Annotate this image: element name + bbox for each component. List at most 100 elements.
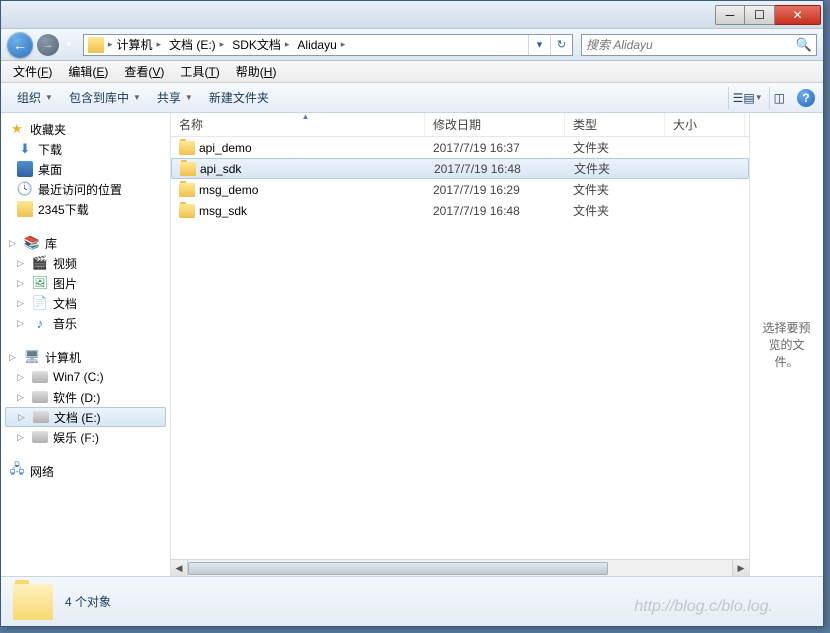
tree-drive-f[interactable]: ▷娱乐 (F:) — [1, 427, 170, 447]
chevron-right-icon: ▸ — [156, 39, 161, 50]
tree-drive-d[interactable]: ▷软件 (D:) — [1, 387, 170, 407]
tree-recent[interactable]: 🕓最近访问的位置 — [1, 179, 170, 199]
tree-pictures[interactable]: ▷🖼图片 — [1, 273, 170, 293]
chevron-down-icon: ▼ — [755, 93, 763, 102]
navigation-bar: ← → ▼ ▸ 计算机▸ 文档 (E:)▸ SDK文档▸ Alidayu▸ ▾ … — [1, 29, 823, 61]
preview-pane: 选择要预览的文件。 — [749, 113, 823, 576]
folder-icon — [180, 162, 196, 176]
expand-icon[interactable]: ▷ — [9, 238, 19, 249]
menu-view[interactable]: 查看(V) — [116, 61, 172, 82]
chevron-down-icon: ▼ — [185, 93, 193, 102]
desktop-icon — [17, 161, 33, 177]
breadcrumb-segment[interactable]: Alidayu▸ — [293, 35, 349, 55]
library-icon: 📚 — [24, 235, 40, 251]
file-type: 文件夹 — [566, 160, 666, 177]
file-type: 文件夹 — [565, 139, 665, 156]
watermark-text: http://blog.c/blo.log. — [634, 598, 773, 616]
menu-edit[interactable]: 编辑(E) — [60, 61, 116, 82]
forward-button[interactable]: → — [37, 34, 59, 56]
menu-tools[interactable]: 工具(T) — [172, 61, 227, 82]
history-dropdown[interactable]: ▼ — [63, 40, 75, 49]
tree-computer[interactable]: ▷ 🖥 计算机 — [1, 347, 170, 367]
column-type[interactable]: 类型 — [565, 113, 665, 136]
folder-icon — [17, 201, 33, 217]
file-row[interactable]: msg_demo 2017/7/19 16:29文件夹 — [171, 179, 749, 200]
tree-music[interactable]: ▷♪音乐 — [1, 313, 170, 333]
column-headers: ▲ 名称 修改日期 类型 大小 — [171, 113, 749, 137]
close-button[interactable]: ✕ — [775, 5, 821, 25]
tree-group-libraries: ▷ 📚 库 ▷🎬视频 ▷🖼图片 ▷📄文档 ▷♪音乐 — [1, 233, 170, 333]
file-row[interactable]: msg_sdk2017/7/19 16:48文件夹 — [171, 200, 749, 221]
recent-icon: 🕓 — [17, 181, 33, 197]
download-icon: ⬇ — [17, 141, 33, 157]
file-list[interactable]: ▲ 名称 修改日期 类型 大小 api_demo2017/7/19 16:37文… — [171, 113, 749, 576]
scroll-right-button[interactable]: ▶ — [732, 560, 749, 576]
tree-favorites[interactable]: ★ 收藏夹 — [1, 119, 170, 139]
organize-button[interactable]: 组织 ▼ — [9, 85, 61, 110]
navigation-pane[interactable]: ★ 收藏夹 ⬇下载 桌面 🕓最近访问的位置 2345下载 ▷ 📚 库 ▷🎬视频 … — [1, 113, 171, 576]
column-size[interactable]: 大小 — [665, 113, 745, 136]
horizontal-scrollbar[interactable]: ◀ ▶ — [171, 559, 749, 576]
tree-documents[interactable]: ▷📄文档 — [1, 293, 170, 313]
chevron-right-icon: ▸ — [220, 39, 225, 50]
scroll-left-button[interactable]: ◀ — [171, 560, 188, 576]
arrow-right-icon: → — [43, 39, 54, 51]
file-name: api_demo — [199, 141, 252, 155]
document-icon: 📄 — [32, 295, 48, 311]
menu-bar: 文件(F) 编辑(E) 查看(V) 工具(T) 帮助(H) — [1, 61, 823, 83]
menu-help[interactable]: 帮助(H) — [228, 61, 285, 82]
tree-downloads[interactable]: ⬇下载 — [1, 139, 170, 159]
file-name: msg_sdk — [199, 204, 247, 218]
refresh-button[interactable]: ↻ — [550, 35, 572, 55]
tree-drive-e[interactable]: ▷文档 (E:) — [5, 407, 166, 427]
view-mode-button[interactable]: ☰▤ ▼ — [728, 87, 767, 109]
search-input[interactable] — [586, 38, 796, 52]
music-icon: ♪ — [32, 315, 48, 331]
folder-icon — [179, 204, 195, 218]
window-controls: ─ ☐ ✕ — [715, 5, 821, 25]
new-folder-button[interactable]: 新建文件夹 — [201, 85, 277, 110]
breadcrumb-segment[interactable]: 文档 (E:)▸ — [165, 35, 228, 55]
file-row[interactable]: api_sdk2017/7/19 16:48文件夹 — [171, 158, 749, 179]
share-button[interactable]: 共享 ▼ — [149, 85, 201, 110]
computer-icon: 🖥 — [24, 349, 40, 365]
preview-empty-text: 选择要预览的文件。 — [758, 319, 815, 370]
minimize-button[interactable]: ─ — [715, 5, 745, 25]
file-type: 文件夹 — [565, 181, 665, 198]
tree-2345[interactable]: 2345下载 — [1, 199, 170, 219]
tree-desktop[interactable]: 桌面 — [1, 159, 170, 179]
file-name: msg_demo — [199, 183, 258, 197]
tree-group-computer: ▷ 🖥 计算机 ▷Win7 (C:) ▷软件 (D:) ▷文档 (E:) ▷娱乐… — [1, 347, 170, 447]
tree-network[interactable]: 🖧 网络 — [1, 461, 170, 481]
file-date: 2017/7/19 16:29 — [425, 183, 565, 197]
help-button[interactable]: ? — [797, 89, 815, 107]
search-box[interactable]: 🔍 — [581, 34, 817, 56]
breadcrumb-segment[interactable]: SDK文档▸ — [228, 35, 293, 55]
address-dropdown[interactable]: ▾ — [528, 35, 550, 55]
column-date[interactable]: 修改日期 — [425, 113, 565, 136]
file-row[interactable]: api_demo2017/7/19 16:37文件夹 — [171, 137, 749, 158]
network-icon: 🖧 — [9, 463, 25, 479]
search-icon[interactable]: 🔍 — [796, 37, 812, 53]
chevron-down-icon: ▼ — [45, 93, 53, 102]
scroll-thumb[interactable] — [188, 562, 608, 575]
expand-icon[interactable]: ▷ — [9, 352, 19, 363]
preview-pane-button[interactable]: ◫ — [769, 87, 789, 109]
tree-videos[interactable]: ▷🎬视频 — [1, 253, 170, 273]
tree-drive-c[interactable]: ▷Win7 (C:) — [1, 367, 170, 387]
list-view-icon: ☰▤ — [733, 91, 755, 105]
menu-file[interactable]: 文件(F) — [5, 61, 60, 82]
include-library-button[interactable]: 包含到库中 ▼ — [61, 85, 149, 110]
status-text: 4 个对象 — [65, 593, 111, 610]
back-button[interactable]: ← — [7, 32, 33, 58]
explorer-window: ─ ☐ ✕ ← → ▼ ▸ 计算机▸ 文档 (E:)▸ SDK文档▸ Alida… — [0, 0, 824, 627]
tree-libraries[interactable]: ▷ 📚 库 — [1, 233, 170, 253]
breadcrumb-segment[interactable]: 计算机▸ — [112, 35, 165, 55]
arrow-left-icon: ← — [13, 37, 27, 53]
folder-icon — [179, 183, 195, 197]
address-bar[interactable]: ▸ 计算机▸ 文档 (E:)▸ SDK文档▸ Alidayu▸ ▾ ↻ — [83, 34, 573, 56]
picture-icon: 🖼 — [32, 275, 48, 291]
column-name[interactable]: ▲ 名称 — [171, 113, 425, 136]
maximize-button[interactable]: ☐ — [745, 5, 775, 25]
command-bar: 组织 ▼ 包含到库中 ▼ 共享 ▼ 新建文件夹 ☰▤ ▼ ◫ ? — [1, 83, 823, 113]
